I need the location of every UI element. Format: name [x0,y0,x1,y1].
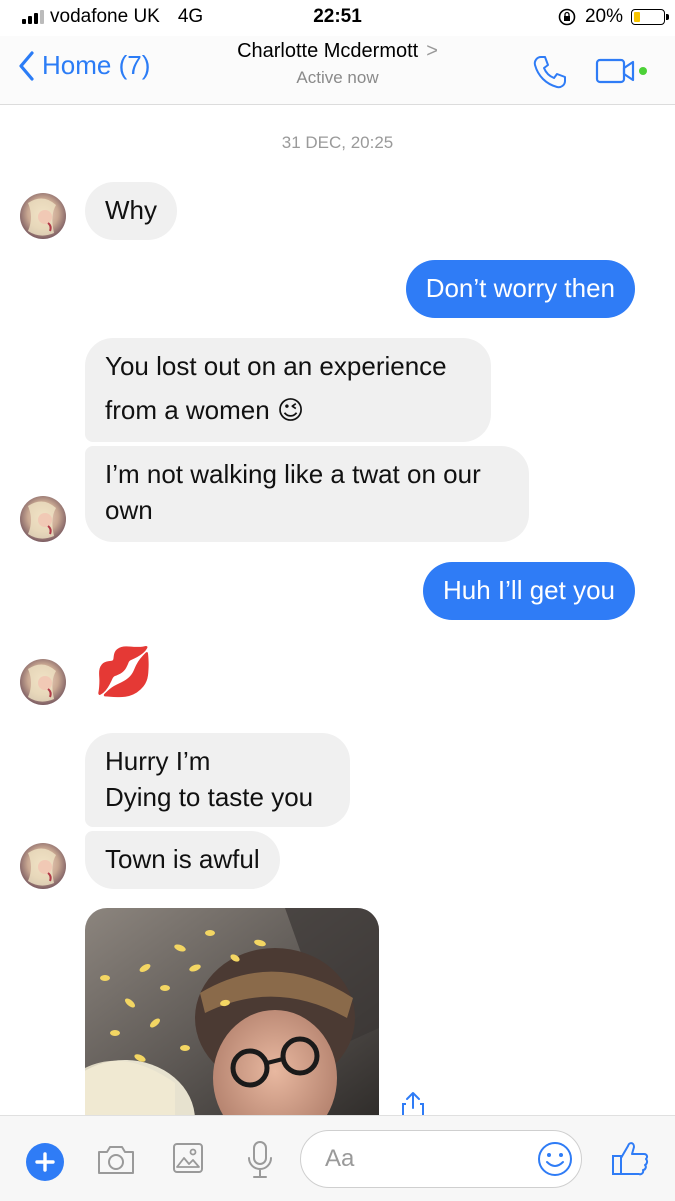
like-button[interactable] [610,1138,650,1183]
composer-bar [0,1115,675,1201]
microphone-button[interactable] [246,1140,274,1185]
avatar[interactable] [20,843,66,889]
outgoing-message[interactable]: Don’t worry then [405,260,635,318]
message-text: Why [105,195,157,225]
kiss-emoji-message[interactable]: 💋 [94,646,154,700]
battery-icon [631,9,669,25]
incoming-message[interactable]: Hurry I’m Dying to taste you [85,733,350,827]
message-text: You lost out on an experience [105,351,447,381]
call-button[interactable] [532,54,568,95]
conversation-timestamp: 31 DEC, 20:25 [281,133,394,152]
contact-name: Charlotte Mcdermott [237,40,419,62]
battery-info: 20% [557,6,669,28]
plus-icon [35,1152,55,1172]
message-text: Hurry I’m [105,746,211,776]
avatar[interactable] [20,496,66,542]
orientation-lock-icon [558,8,576,26]
incoming-message[interactable]: You lost out on an experience from a wom… [85,338,491,442]
video-camera-icon [595,58,647,84]
smiley-icon [538,1142,572,1176]
avatar[interactable] [20,193,66,239]
chevron-right-icon: > [426,40,438,62]
message-text: own [105,495,153,525]
message-text: Town is awful [105,844,260,874]
conversation-header: Home (7) Charlotte Mcdermott > Active now [0,36,675,105]
incoming-message[interactable]: Why [85,182,177,240]
message-text: I’m not walking like a twat on our [105,459,481,489]
outgoing-message[interactable]: Huh I’ll get you [423,562,635,620]
microphone-icon [248,1141,272,1178]
phone-icon [533,56,566,89]
wink-emoji: 😉 [276,395,305,425]
contact-title[interactable]: Charlotte Mcdermott > Active now [0,40,675,88]
message-text: Dying to taste you [105,782,314,812]
incoming-message[interactable]: I’m not walking like a twat on our own [85,446,529,542]
message-text: Huh I’ll get you [443,575,615,605]
plus-button[interactable] [26,1143,64,1181]
video-call-button[interactable] [595,58,653,89]
thumbs-up-icon [612,1142,649,1176]
active-status: Active now [296,68,379,87]
camera-icon [98,1146,134,1174]
message-text: from a women [105,395,270,425]
emoji-button[interactable] [537,1141,573,1182]
incoming-message[interactable]: Town is awful [85,831,280,889]
status-bar: vodafone UK 4G 22:51 20% [0,0,675,36]
avatar[interactable] [20,659,66,705]
battery-percent: 20% [584,6,623,27]
photo-message[interactable] [85,908,379,1120]
message-text: Don’t worry then [425,273,615,303]
image-icon [173,1143,203,1173]
camera-button[interactable] [96,1144,136,1181]
gallery-button[interactable] [172,1142,204,1179]
